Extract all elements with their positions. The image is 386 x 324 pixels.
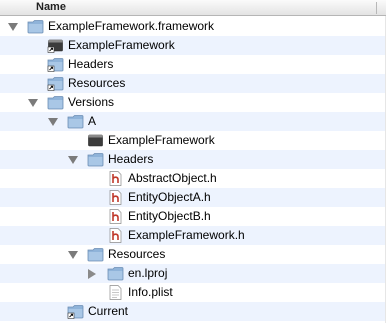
finder-list-view: Name ExampleFramework.framework ExampleFr… bbox=[0, 0, 386, 323]
file-name-label: ExampleFramework.framework bbox=[48, 19, 215, 33]
file-name-label: Headers bbox=[68, 57, 114, 71]
header-file-icon bbox=[107, 209, 124, 224]
folder-icon bbox=[87, 247, 104, 262]
file-row[interactable]: ExampleFramework.framework bbox=[0, 17, 386, 36]
disclosure-expanded-icon[interactable] bbox=[68, 156, 78, 164]
folder-icon bbox=[67, 114, 84, 129]
file-name-label: en.lproj bbox=[128, 266, 168, 280]
file-name-label: EntityObjectA.h bbox=[128, 190, 211, 204]
header-file-icon bbox=[107, 171, 124, 186]
file-name-label: EntityObjectB.h bbox=[128, 209, 211, 223]
file-row[interactable]: Headers bbox=[0, 150, 386, 169]
file-row[interactable]: EntityObjectB.h bbox=[0, 207, 386, 226]
disclosure-expanded-icon[interactable] bbox=[48, 118, 58, 126]
file-name-label: Versions bbox=[68, 95, 115, 109]
file-row[interactable]: ExampleFramework bbox=[0, 131, 386, 150]
folder-alias-icon bbox=[67, 304, 84, 319]
header-file-icon bbox=[107, 228, 124, 243]
column-separator[interactable] bbox=[376, 2, 377, 14]
name-column-label[interactable]: Name bbox=[36, 1, 66, 13]
executable-icon bbox=[87, 133, 104, 148]
file-row[interactable]: Current bbox=[0, 302, 386, 321]
file-name-label: Resources bbox=[68, 76, 126, 90]
file-name-label: ExampleFramework bbox=[108, 133, 215, 147]
folder-alias-icon bbox=[47, 57, 64, 72]
file-name-label: ExampleFramework.h bbox=[128, 228, 245, 242]
file-row[interactable]: Info.plist bbox=[0, 283, 386, 302]
executable-alias-icon bbox=[47, 38, 64, 53]
file-name-label: Current bbox=[88, 304, 129, 318]
disclosure-collapsed-icon[interactable] bbox=[88, 269, 96, 279]
disclosure-expanded-icon[interactable] bbox=[68, 251, 78, 259]
file-row[interactable]: Resources bbox=[0, 74, 386, 93]
file-row[interactable]: Headers bbox=[0, 55, 386, 74]
file-row[interactable]: en.lproj bbox=[0, 264, 386, 283]
folder-icon bbox=[87, 152, 104, 167]
plist-file-icon bbox=[107, 285, 124, 300]
file-name-label: AbstractObject.h bbox=[128, 171, 217, 185]
file-name-label: ExampleFramework bbox=[68, 38, 175, 52]
disclosure-expanded-icon[interactable] bbox=[28, 99, 38, 107]
file-name-label: Resources bbox=[108, 247, 166, 261]
file-row[interactable]: ExampleFramework.h bbox=[0, 226, 386, 245]
folder-icon bbox=[47, 95, 64, 110]
header-file-icon bbox=[107, 190, 124, 205]
file-name-label: Info.plist bbox=[128, 285, 173, 299]
file-row[interactable]: EntityObjectA.h bbox=[0, 188, 386, 207]
folder-alias-icon bbox=[47, 76, 64, 91]
file-name-label: A bbox=[88, 114, 97, 128]
disclosure-expanded-icon[interactable] bbox=[8, 23, 18, 31]
file-row[interactable]: Versions bbox=[0, 93, 386, 112]
file-row[interactable]: Resources bbox=[0, 245, 386, 264]
file-row[interactable]: ExampleFramework bbox=[0, 36, 386, 55]
column-header[interactable]: Name bbox=[0, 0, 386, 16]
folder-icon bbox=[107, 266, 124, 281]
file-row[interactable]: AbstractObject.h bbox=[0, 169, 386, 188]
file-row[interactable]: A bbox=[0, 112, 386, 131]
file-name-label: Headers bbox=[108, 152, 154, 166]
folder-icon bbox=[27, 19, 44, 34]
